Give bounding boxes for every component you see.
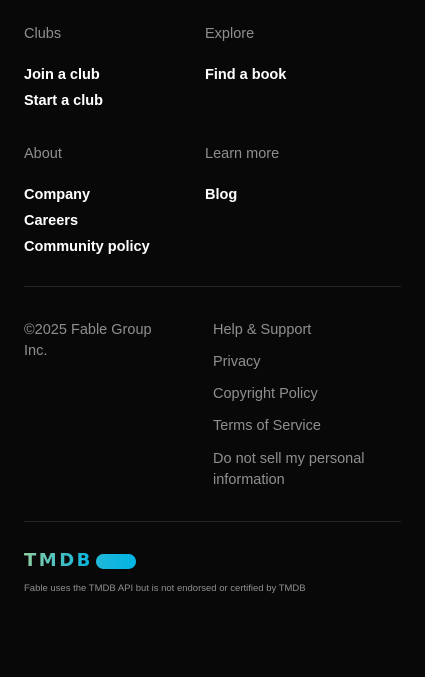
start-a-club-link[interactable]: Start a club	[24, 92, 103, 110]
blog-link[interactable]: Blog	[205, 186, 237, 204]
tmdb-logo-pill-icon	[95, 553, 136, 569]
tmdb-disclaimer: Fable uses the TMDB API but is not endor…	[24, 583, 306, 594]
privacy-link[interactable]: Privacy	[213, 352, 261, 373]
find-a-book-link[interactable]: Find a book	[205, 66, 286, 84]
do-not-sell-link[interactable]: Do not sell my personal information	[213, 449, 388, 491]
company-link[interactable]: Company	[24, 186, 90, 204]
copyright-text: ©2025 Fable Group Inc.	[24, 322, 152, 359]
tmdb-logo-text: TMDB	[24, 550, 93, 571]
help-support-link[interactable]: Help & Support	[213, 320, 311, 341]
join-a-club-link[interactable]: Join a club	[24, 66, 100, 84]
terms-of-service-link[interactable]: Terms of Service	[213, 416, 321, 437]
learn-more-heading: Learn more	[205, 146, 280, 162]
footer-divider-top	[24, 286, 401, 287]
community-policy-link[interactable]: Community policy	[24, 238, 150, 256]
footer-divider-bottom	[24, 521, 401, 522]
about-heading: About	[24, 146, 62, 162]
clubs-heading: Clubs	[24, 26, 62, 42]
site-footer: Clubs Join a club Start a club Explore F…	[0, 0, 425, 677]
careers-link[interactable]: Careers	[24, 212, 78, 230]
copyright-policy-link[interactable]: Copyright Policy	[213, 384, 318, 405]
tmdb-logo: TMDB	[24, 551, 136, 571]
explore-heading: Explore	[205, 26, 255, 42]
